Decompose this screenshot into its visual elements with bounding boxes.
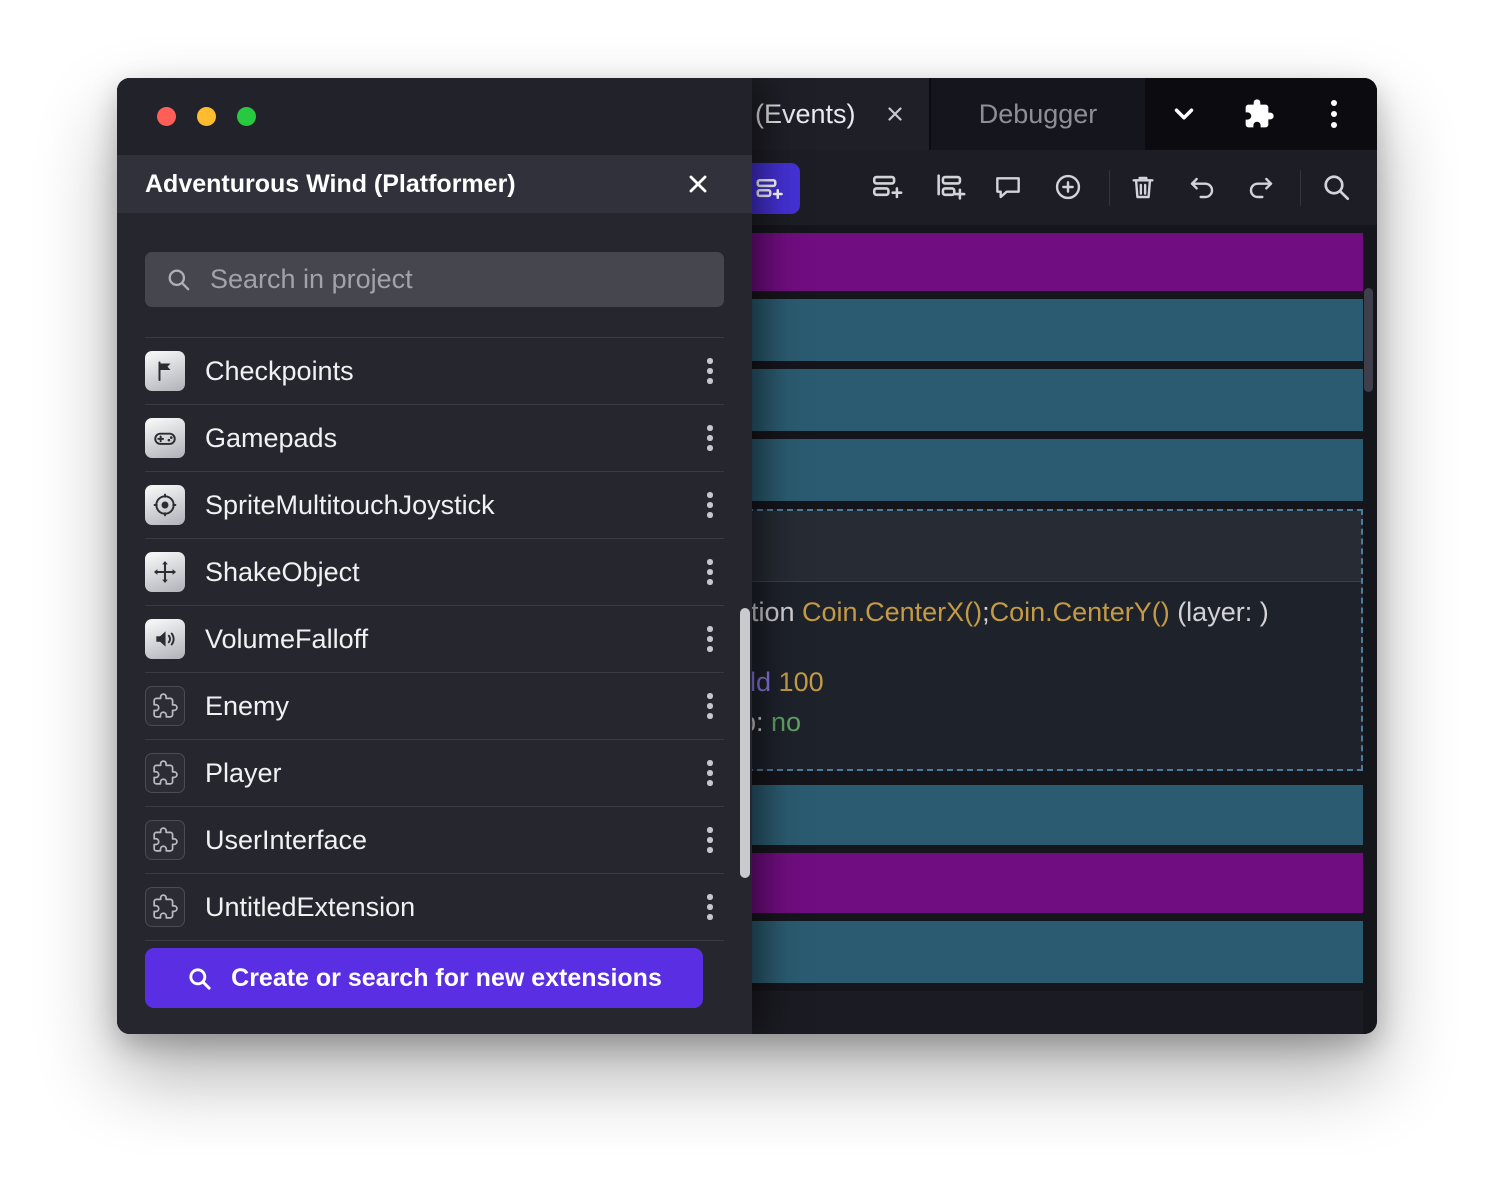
speaker-icon	[145, 619, 185, 659]
list-item-untitledextension[interactable]: UntitledExtension	[145, 874, 724, 941]
search-events-button[interactable]	[1313, 164, 1359, 210]
move-arrows-icon	[145, 552, 185, 592]
chevron-down-icon[interactable]	[1163, 93, 1205, 135]
project-title: Adventurous Wind (Platformer)	[145, 170, 681, 199]
item-menu-icon[interactable]	[696, 619, 724, 659]
puzzle-icon	[145, 887, 185, 927]
project-items-list: Checkpoints Gamepads SpriteMultitouchJoy…	[145, 337, 724, 941]
tabbar-controls	[1145, 78, 1377, 150]
redo-button[interactable]	[1238, 164, 1284, 210]
list-item-label: Enemy	[205, 691, 676, 722]
extensions-puzzle-icon[interactable]	[1238, 93, 1280, 135]
item-menu-icon[interactable]	[696, 418, 724, 458]
list-item-label: UserInterface	[205, 825, 676, 856]
search-icon	[165, 266, 192, 293]
tab-debugger-label: Debugger	[979, 99, 1098, 130]
joystick-icon	[145, 485, 185, 525]
events-scrollbar[interactable]	[1364, 288, 1373, 392]
list-item-volumefalloff[interactable]: VolumeFalloff	[145, 606, 724, 673]
project-search[interactable]	[145, 252, 724, 307]
undo-button[interactable]	[1179, 164, 1225, 210]
list-item-label: SpriteMultitouchJoystick	[205, 490, 676, 521]
list-item-shakeobject[interactable]: ShakeObject	[145, 539, 724, 606]
list-item-label: Checkpoints	[205, 356, 676, 387]
close-tab-icon[interactable]	[880, 99, 910, 129]
list-item-label: ShakeObject	[205, 557, 676, 588]
add-other-event-button[interactable]	[1045, 164, 1091, 210]
item-menu-icon[interactable]	[696, 552, 724, 592]
create-extension-button[interactable]: Create or search for new extensions	[145, 948, 703, 1008]
list-item-spritemultitouchjoystick[interactable]: SpriteMultitouchJoystick	[145, 472, 724, 539]
tab-events-label: (Events)	[755, 99, 856, 130]
add-comment-button[interactable]	[985, 164, 1031, 210]
puzzle-icon	[145, 820, 185, 860]
flag-icon	[145, 351, 185, 391]
toolbar-divider	[1300, 170, 1301, 206]
puzzle-icon	[145, 686, 185, 726]
list-item-userinterface[interactable]: UserInterface	[145, 807, 724, 874]
project-manager-panel: Adventurous Wind (Platformer) Checkpoint…	[117, 78, 752, 1034]
list-item-player[interactable]: Player	[145, 740, 724, 807]
list-item-label: UntitledExtension	[205, 892, 676, 923]
puzzle-icon	[145, 753, 185, 793]
item-menu-icon[interactable]	[696, 485, 724, 525]
list-item-label: VolumeFalloff	[205, 624, 676, 655]
close-panel-button[interactable]	[681, 167, 715, 201]
event-action-line: ition Coin.CenterX();Coin.CenterY() (lay…	[745, 597, 1269, 628]
app-window: (Events) Debugger	[117, 78, 1377, 1034]
list-item-gamepads[interactable]: Gamepads	[145, 405, 724, 472]
item-menu-icon[interactable]	[696, 753, 724, 793]
window-menu-icon[interactable]	[1313, 93, 1355, 135]
traffic-light-zoom[interactable]	[237, 107, 256, 126]
panel-header: Adventurous Wind (Platformer)	[117, 155, 752, 213]
list-item-label: Player	[205, 758, 676, 789]
window-titlebar	[117, 78, 752, 155]
item-menu-icon[interactable]	[696, 686, 724, 726]
item-menu-icon[interactable]	[696, 351, 724, 391]
item-menu-icon[interactable]	[696, 887, 724, 927]
delete-button[interactable]	[1120, 164, 1166, 210]
add-event-button[interactable]	[864, 164, 910, 210]
panel-scrollbar[interactable]	[740, 608, 750, 878]
toolbar-divider	[1109, 170, 1110, 206]
event-action-line: dd 100	[741, 667, 824, 698]
gamepad-icon	[145, 418, 185, 458]
list-item-checkpoints[interactable]: Checkpoints	[145, 337, 724, 405]
create-extension-label: Create or search for new extensions	[231, 964, 662, 993]
list-item-label: Gamepads	[205, 423, 676, 454]
traffic-light-close[interactable]	[157, 107, 176, 126]
add-subevent-button[interactable]	[927, 164, 973, 210]
item-menu-icon[interactable]	[696, 820, 724, 860]
search-icon	[186, 965, 213, 992]
list-item-enemy[interactable]: Enemy	[145, 673, 724, 740]
tab-debugger[interactable]: Debugger	[931, 78, 1145, 150]
search-input[interactable]	[208, 263, 704, 296]
traffic-light-minimize[interactable]	[197, 107, 216, 126]
